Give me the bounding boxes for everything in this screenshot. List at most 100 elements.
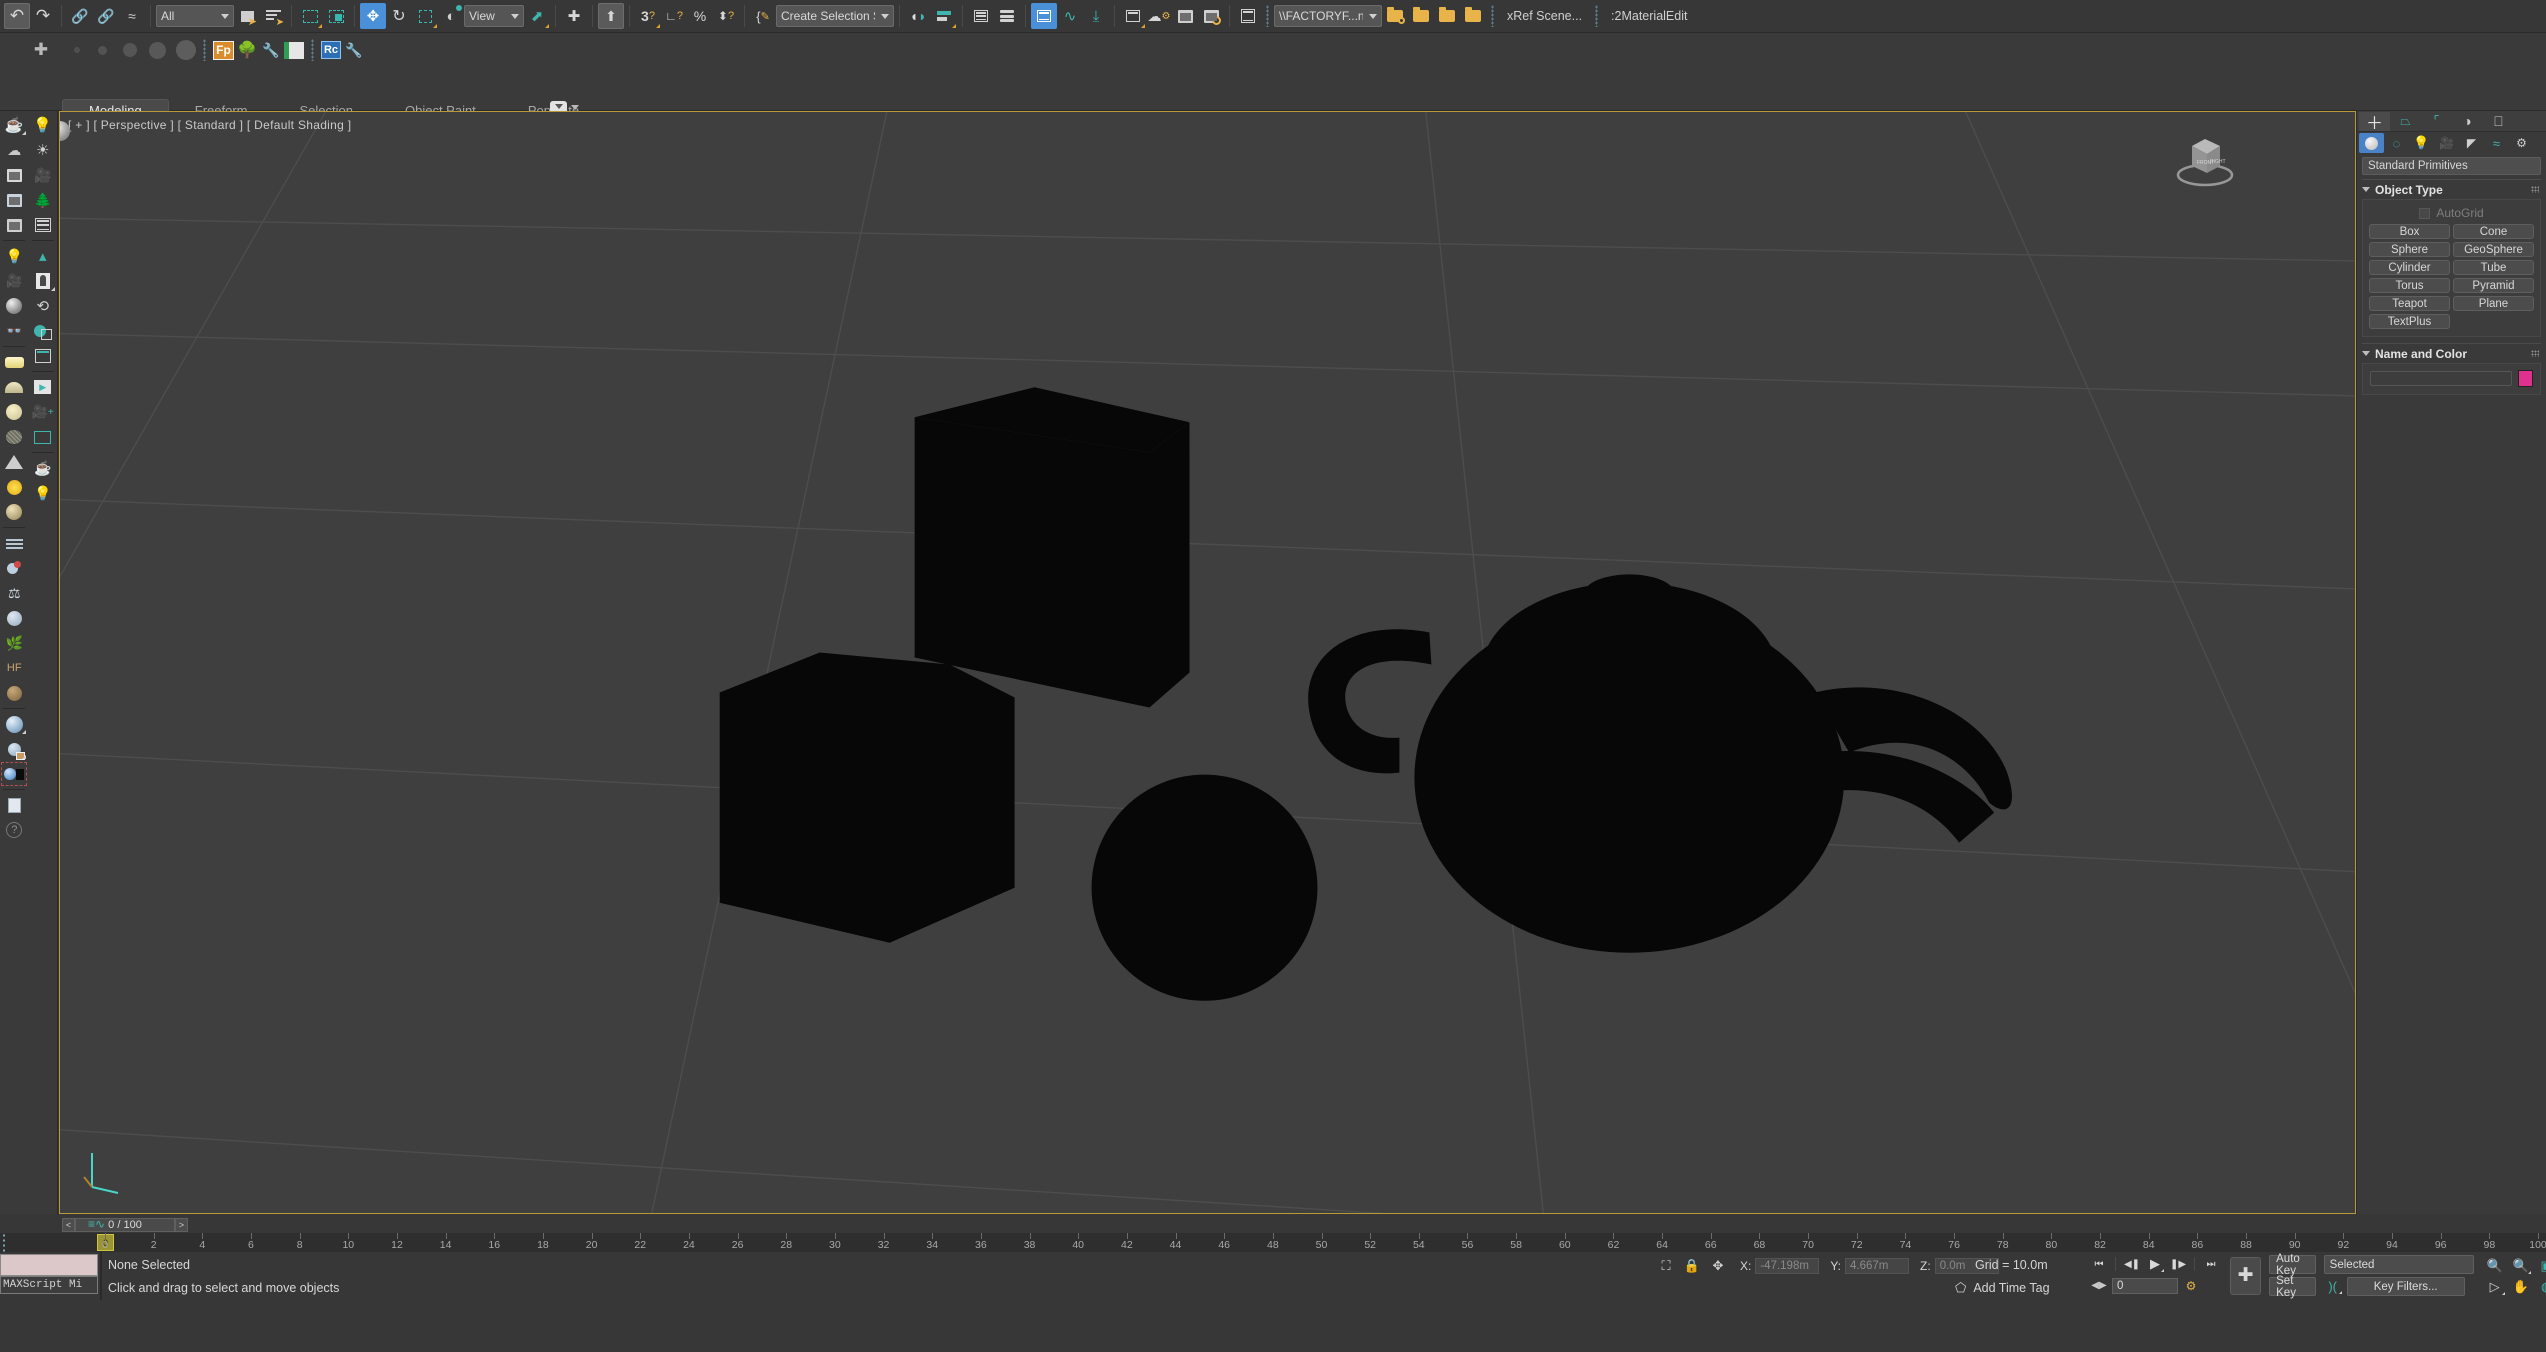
material-editor-icon[interactable] [1120,3,1146,29]
y-coordinate-field[interactable]: 4.667m [1845,1257,1910,1274]
modify-tab[interactable]: ⏢ [2390,112,2421,131]
go-to-end-button[interactable]: ⏭ [2202,1256,2220,1273]
utilities-tab[interactable] [2514,112,2545,131]
camera-icon[interactable]: 🎥 [1,269,27,293]
railclone-icon[interactable]: Rc [321,41,341,59]
area-light-icon[interactable] [1,350,27,374]
hair-fur-icon[interactable]: HF [1,656,27,680]
object-color-swatch[interactable] [2518,370,2533,387]
bitmap-picker-icon[interactable] [1,737,27,761]
autogrid-checkbox[interactable] [2419,207,2431,219]
select-and-place-icon[interactable]: ◐ [438,3,464,29]
maxscript-input[interactable] [0,1254,98,1276]
help-icon[interactable]: ? [1,818,27,842]
project-tree-icon[interactable] [1460,3,1486,29]
create-tube-button[interactable]: Tube [2453,260,2534,275]
motion-tab[interactable]: ◑ [2452,112,2483,131]
set-tangents-icon[interactable]: )( [2324,1278,2342,1295]
selection-lock-icon[interactable]: 🔒 [1681,1256,1703,1275]
lightbulb-teal-icon[interactable]: 💡 [30,113,56,137]
auto-key-button[interactable]: Auto Key [2269,1253,2316,1277]
viewport-label-text[interactable]: [ + ] [ Perspective ] [ Standard ] [ Def… [60,118,351,141]
selection-lock-region-icon[interactable]: ⛶ [1655,1256,1677,1275]
space-warps-subtab[interactable]: ≈ [2484,133,2509,153]
disc-light-icon[interactable] [1,400,27,424]
cameras-subtab[interactable]: 🎥 [2434,133,2459,153]
create-box-button[interactable]: Box [2369,224,2450,239]
project-folder-small-icon[interactable] [1235,3,1261,29]
shapes-subtab[interactable]: ◌ [2384,133,2409,153]
rectangular-selection-region-icon[interactable] [297,3,323,29]
select-and-rotate-icon[interactable]: ↻ [386,3,412,29]
tree-cone-icon[interactable]: ▴ [30,244,56,268]
panel-toggle-icon[interactable] [30,425,56,449]
percent-snap-toggle-icon[interactable]: % [687,3,713,29]
render-window-icon[interactable] [1,163,27,187]
zoom-extents-icon[interactable]: ▣ [2536,1256,2546,1275]
project-folder-dropdown[interactable]: \\FACTORYF...nts\3dsMax [1274,5,1382,27]
material-editor-label[interactable]: :2MaterialEdit [1603,9,1695,23]
snaps-toggle-icon[interactable]: ⬆ [598,3,624,29]
autogrid-row[interactable]: AutoGrid [2369,205,2534,221]
name-and-color-header[interactable]: Name and Color [2362,344,2541,363]
wrench-icon[interactable]: 🔧 [260,42,282,59]
create-cylinder-button[interactable]: Cylinder [2369,260,2450,275]
systems-subtab[interactable]: ⚙ [2509,133,2534,153]
bulb-outline-icon[interactable]: 💡 [30,481,56,505]
previous-frame-button[interactable]: ◀❚ [2123,1256,2141,1273]
viewport-canvas[interactable]: [ + ] [ Perspective ] [ Standard ] [ Def… [60,112,2355,1213]
create-teapot-button[interactable]: Teapot [2369,296,2450,311]
add-modifier-icon[interactable]: ✚ [30,39,52,61]
previous-key-button[interactable]: < [62,1217,75,1232]
scene-objects[interactable] [60,112,2355,1213]
set-keys-button[interactable]: ✚ [2230,1256,2262,1295]
select-object-icon[interactable]: ➤ [234,3,260,29]
unlink-selection-icon[interactable]: 🔗 [93,3,119,29]
display-tab[interactable]: ⎕ [2483,112,2514,131]
spreadsheet-icon[interactable] [30,213,56,237]
add-time-tag-control[interactable]: ⬠ Add Time Tag [1955,1280,2050,1296]
mirror-icon[interactable]: ◖ ◗ [905,3,931,29]
bind-to-space-warp-icon[interactable]: ≈ [119,3,145,29]
selection-filter-dropdown[interactable]: All [156,5,234,27]
perspective-viewport[interactable]: [ + ] [ Perspective ] [ Standard ] [ Def… [59,111,2356,1214]
snap-toggle-3d-icon[interactable]: 3? [635,3,661,29]
undo-icon[interactable]: ↶ [4,3,30,29]
spinner-snap-toggle-icon[interactable]: ⬍? [713,3,739,29]
blue-sphere-icon[interactable] [1,712,27,736]
vr-icon[interactable]: 👓 [1,319,27,343]
cluster-icon[interactable] [1,606,27,630]
play-panel-icon[interactable]: ▶ [30,375,56,399]
maxscript-label[interactable]: MAXScript Mi [0,1276,98,1294]
curve-editor-icon[interactable]: ∿ [1057,3,1083,29]
list-window-icon[interactable] [1,188,27,212]
table-window-icon[interactable] [1,213,27,237]
use-pivot-point-center-icon[interactable]: ⬈ [524,3,550,29]
sphere-gold-icon[interactable] [1,500,27,524]
next-frame-button[interactable]: ❚▶ [2169,1256,2187,1273]
sun-teal-icon[interactable]: ☀ [30,138,56,162]
time-configuration-icon[interactable]: ⚙ [2182,1277,2200,1294]
rendered-frame-window-icon[interactable] [1172,3,1198,29]
category-dropdown[interactable]: Standard Primitives [2362,157,2541,175]
cloth-icon[interactable]: ⚖ [1,581,27,605]
zoom-icon[interactable]: 🔍 [2484,1256,2506,1275]
sun-icon[interactable] [1,475,27,499]
geometry-subtab[interactable] [2359,133,2384,153]
tree-billboard-icon[interactable] [30,269,56,293]
select-and-move-icon[interactable]: ✥ [360,3,386,29]
object-name-input[interactable] [2370,371,2512,386]
walkthrough-icon[interactable]: ◍ [2536,1277,2546,1296]
current-frame-input[interactable]: 0 [2112,1277,2178,1294]
orbit-teal-icon[interactable]: ⟲ [30,294,56,318]
project-link-icon[interactable] [1434,3,1460,29]
key-mode-toggle-icon[interactable]: ◀▶ [2090,1277,2108,1294]
redo-icon[interactable]: ↷ [30,3,56,29]
helpers-subtab[interactable]: ◤ [2459,133,2484,153]
render-production-icon[interactable] [1198,3,1224,29]
select-and-scale-icon[interactable] [412,3,438,29]
select-by-name-icon[interactable]: ➤ [260,3,286,29]
create-tab[interactable]: ＋ [2359,111,2390,133]
edit-named-selection-sets-icon[interactable]: {✎ [750,3,776,29]
align-icon[interactable] [931,3,957,29]
